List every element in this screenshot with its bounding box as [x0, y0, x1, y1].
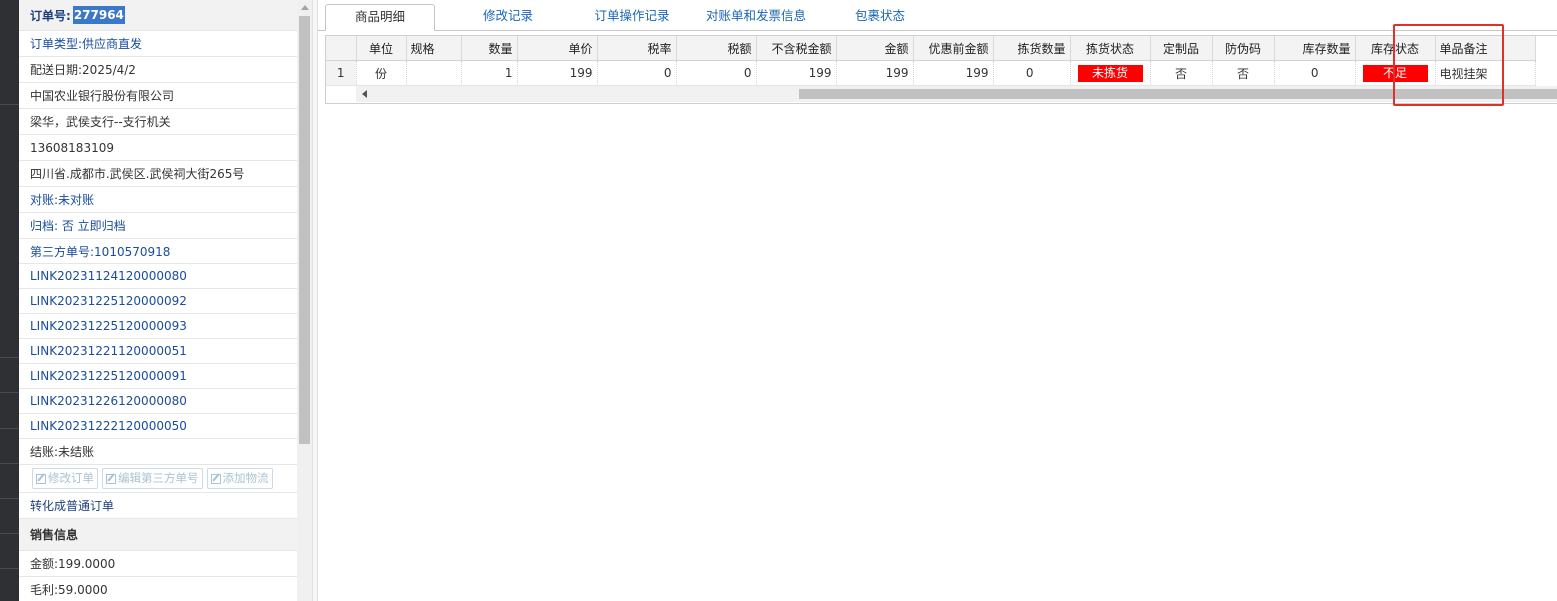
cell-amount-before-discount: 199	[913, 60, 994, 86]
order-number-row: 订单号: 277964	[19, 0, 297, 31]
convert-order-link[interactable]: 转化成普通订单	[19, 493, 297, 519]
app-sidebar-strip	[0, 0, 19, 601]
tab-operation-log[interactable]: 订单操作记录	[582, 4, 682, 30]
column-header-amount[interactable]: 金额	[836, 36, 914, 61]
product-grid: 单位 规格 数量 单价 税率 税额 不含税金额 金额 优惠前金额 拣货数量 拣货…	[325, 35, 1557, 104]
pick-status-badge: 未拣货	[1077, 64, 1143, 82]
cell-amount: 199	[836, 60, 914, 86]
sales-profit: 毛利:59.0000	[19, 577, 297, 601]
edit-order-button[interactable]: 修改订单	[32, 468, 98, 489]
sales-amount: 金额:199.0000	[19, 551, 297, 577]
scroll-up-icon[interactable]	[301, 5, 309, 10]
row-number-header	[326, 36, 357, 61]
order-number-label: 订单号:	[30, 8, 71, 23]
cell-qty: 1	[461, 60, 518, 86]
row-number: 1	[326, 60, 357, 86]
order-type: 订单类型:供应商直发	[19, 31, 297, 57]
cell-tax-rate: 0	[597, 60, 677, 86]
annotation-highlight-box	[1393, 24, 1504, 106]
column-header-amount-before-discount[interactable]: 优惠前金额	[913, 36, 994, 61]
edit-icon	[106, 473, 116, 484]
column-header-qty[interactable]: 数量	[461, 36, 518, 61]
cell-spec	[406, 60, 462, 86]
edit-order-label: 修改订单	[48, 471, 94, 485]
reconcile-status[interactable]: 对账:未对账	[19, 187, 297, 213]
link-item[interactable]: LINK20231124120000080	[19, 264, 297, 289]
column-header-anti-fake[interactable]: 防伪码	[1212, 36, 1275, 61]
cell-amount-ex-tax: 199	[756, 60, 837, 86]
column-header-unit-price[interactable]: 单价	[517, 36, 598, 61]
customer-name: 中国农业银行股份有限公司	[19, 83, 297, 109]
scrollbar-thumb[interactable]	[299, 16, 310, 444]
cell-pick-qty: 0	[993, 60, 1071, 86]
delivery-date: 配送日期:2025/4/2	[19, 57, 297, 83]
link-item[interactable]: LINK20231225120000093	[19, 314, 297, 339]
edit-icon	[210, 473, 221, 484]
left-panel-scrollbar[interactable]	[297, 0, 312, 601]
cell-unit-price: 199	[517, 60, 598, 86]
tab-reconcile-invoice[interactable]: 对账单和发票信息	[696, 4, 816, 30]
add-logistics-label: 添加物流	[222, 471, 269, 485]
panel-splitter[interactable]	[312, 0, 318, 601]
tab-product-details[interactable]: 商品明细	[325, 4, 435, 31]
cell-pick-status: 未拣货	[1070, 60, 1151, 86]
column-header-pick-status[interactable]: 拣货状态	[1070, 36, 1151, 61]
contact-phone: 13608183109	[19, 135, 297, 161]
column-header-amount-ex-tax[interactable]: 不含税金额	[756, 36, 837, 61]
edit-icon	[36, 473, 46, 484]
column-header-spec[interactable]: 规格	[406, 36, 462, 61]
add-logistics-button[interactable]: 添加物流	[206, 468, 273, 489]
shipping-address: 四川省.成都市.武侯区.武侯祠大街265号	[19, 161, 297, 187]
archive-status[interactable]: 归档: 否 立即归档	[19, 213, 297, 239]
grid-horizontal-scrollbar[interactable]	[356, 86, 1557, 102]
edit-third-party-label: 编辑第三方单号	[118, 471, 199, 485]
cell-tax-amount: 0	[676, 60, 757, 86]
link-item[interactable]: LINK20231221120000051	[19, 339, 297, 364]
column-header-tax-rate[interactable]: 税率	[597, 36, 677, 61]
action-buttons: 修改订单 编辑第三方单号 添加物流	[19, 465, 297, 493]
sales-section-title: 销售信息	[19, 519, 297, 551]
cell-stock-qty: 0	[1274, 60, 1356, 86]
cell-anti-fake: 否	[1212, 60, 1275, 86]
cell-unit: 份	[356, 60, 407, 86]
third-party-number[interactable]: 第三方单号:1010570918	[19, 239, 297, 264]
link-item[interactable]: LINK20231225120000092	[19, 289, 297, 314]
contact-person: 梁华，武侯支行--支行机关	[19, 109, 297, 135]
scroll-left-icon[interactable]	[362, 90, 367, 98]
product-table: 单位 规格 数量 单价 税率 税额 不含税金额 金额 优惠前金额 拣货数量 拣货…	[326, 36, 1536, 86]
link-item[interactable]: LINK20231226120000080	[19, 389, 297, 414]
order-info-panel: 订单号: 277964 订单类型:供应商直发 配送日期:2025/4/2 中国农业…	[19, 0, 297, 601]
column-header-custom[interactable]: 定制品	[1150, 36, 1213, 61]
link-item[interactable]: LINK20231222120000050	[19, 414, 297, 439]
column-header-stock-qty[interactable]: 库存数量	[1274, 36, 1356, 61]
tab-change-log[interactable]: 修改记录	[458, 4, 558, 30]
edit-third-party-button[interactable]: 编辑第三方单号	[102, 468, 203, 489]
link-item[interactable]: LINK20231225120000091	[19, 364, 297, 389]
column-header-unit[interactable]: 单位	[356, 36, 407, 61]
detail-tabs: 商品明细 修改记录 订单操作记录 对账单和发票信息 包裹状态	[318, 0, 1557, 31]
cell-custom: 否	[1150, 60, 1213, 86]
tab-package-status[interactable]: 包裹状态	[830, 4, 930, 30]
order-number[interactable]: 277964	[72, 6, 125, 24]
table-header-row: 单位 规格 数量 单价 税率 税额 不含税金额 金额 优惠前金额 拣货数量 拣货…	[326, 36, 1536, 61]
column-header-pick-qty[interactable]: 拣货数量	[993, 36, 1071, 61]
table-row[interactable]: 1 份 1 199 0 0 199 199 199 0 未拣货 否 否 0 不足…	[326, 60, 1536, 86]
settlement-status: 结账:未结账	[19, 439, 297, 465]
column-header-tax-amount[interactable]: 税额	[676, 36, 757, 61]
